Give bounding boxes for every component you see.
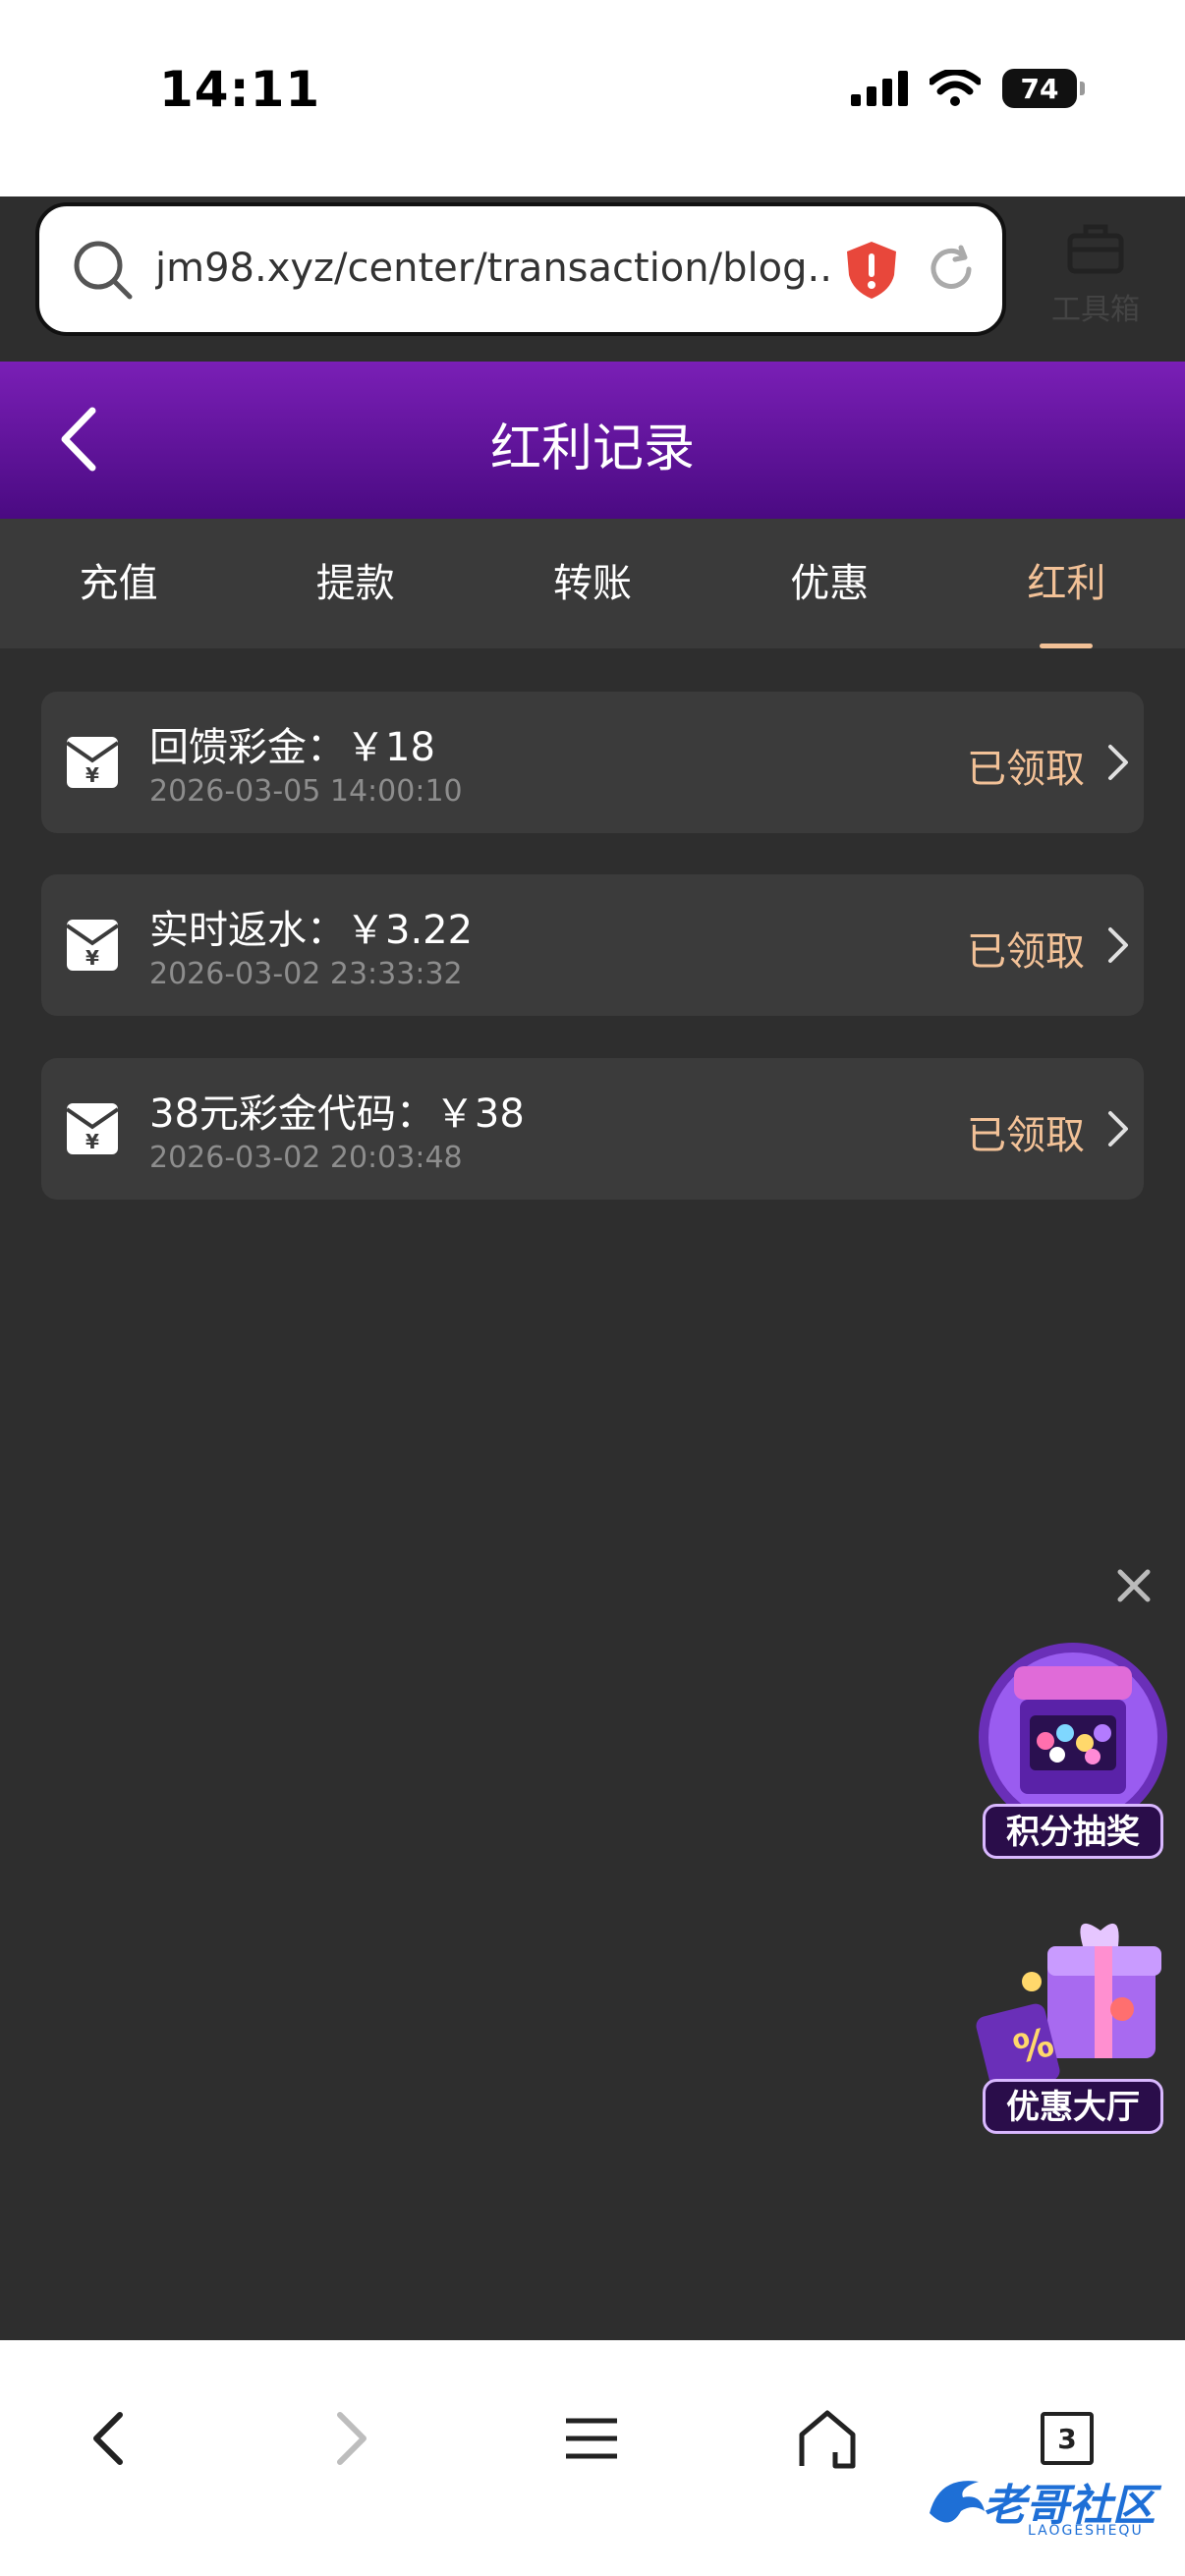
page-header: 红利记录 xyxy=(0,362,1185,519)
red-envelope-icon: ¥ xyxy=(65,737,120,788)
page-title: 红利记录 xyxy=(489,420,695,478)
offers-hall-button[interactable]: % 优惠大厅 xyxy=(975,1901,1171,2142)
record-status: 已领取 xyxy=(967,747,1085,792)
watermark: 老哥社区 LAOGESHEQU xyxy=(920,2464,1177,2552)
record-tabs: 充值 提款 转账 优惠 红利 xyxy=(0,519,1185,648)
chevron-left-icon xyxy=(93,2412,123,2465)
wifi-icon xyxy=(930,70,981,106)
chevron-right-icon xyxy=(1108,1111,1128,1147)
toolbox-icon xyxy=(1067,224,1124,274)
record-title: 回馈彩金：￥18 xyxy=(149,725,435,770)
record-item[interactable]: ¥ 实时返水：￥3.22 2026-03-02 23:33:32 已领取 xyxy=(41,874,1144,1016)
url-text[interactable]: jm98.xyz/center/transaction/blog.... xyxy=(155,246,833,291)
toolbox-button[interactable]: 工具箱 xyxy=(1032,222,1159,328)
status-icons: 74 xyxy=(851,69,1085,108)
record-status: 已领取 xyxy=(967,929,1085,975)
svg-text:¥: ¥ xyxy=(85,1130,99,1153)
search-icon xyxy=(74,241,133,300)
nav-forward-button[interactable] xyxy=(303,2389,401,2488)
record-title: 实时返水：￥3.22 xyxy=(149,908,474,953)
close-icon[interactable] xyxy=(1114,1566,1154,1605)
home-icon xyxy=(799,2410,856,2469)
record-date: 2026-03-05 14:00:10 xyxy=(149,774,463,809)
svg-text:¥: ¥ xyxy=(85,763,99,787)
chevron-right-icon xyxy=(337,2412,367,2465)
address-bar[interactable]: jm98.xyz/center/transaction/blog.... xyxy=(35,202,1006,336)
lottery-label: 积分抽奖 xyxy=(983,1804,1163,1859)
tab-withdraw[interactable]: 提款 xyxy=(237,519,474,648)
security-warning-icon[interactable] xyxy=(845,240,898,301)
offers-label: 优惠大厅 xyxy=(983,2079,1163,2134)
record-title: 38元彩金代码：￥38 xyxy=(149,1092,525,1137)
red-envelope-icon: ¥ xyxy=(65,920,120,971)
chevron-right-icon xyxy=(1108,927,1128,963)
toolbox-label: 工具箱 xyxy=(1051,293,1140,327)
browser-bottom-nav: 3 老哥社区 LAOGESHEQU xyxy=(0,2340,1185,2576)
record-date: 2026-03-02 20:03:48 xyxy=(149,1141,463,1175)
tab-promotion[interactable]: 优惠 xyxy=(711,519,948,648)
nav-menu-button[interactable] xyxy=(542,2389,641,2488)
status-bar: 14:11 74 jm98.xyz/center/transaction/blo… xyxy=(0,0,1185,336)
battery-indicator: 74 xyxy=(1002,69,1085,108)
nav-home-button[interactable] xyxy=(778,2389,876,2488)
tab-count-badge: 3 xyxy=(1041,2412,1094,2465)
record-date: 2026-03-02 23:33:32 xyxy=(149,957,463,991)
watermark-subtext: LAOGESHEQU xyxy=(1028,2523,1144,2539)
signal-icon xyxy=(851,71,908,106)
reload-icon[interactable] xyxy=(926,244,977,295)
record-status: 已领取 xyxy=(967,1113,1085,1158)
record-item[interactable]: ¥ 回馈彩金：￥18 2026-03-05 14:00:10 已领取 xyxy=(41,692,1144,833)
tab-bonus[interactable]: 红利 xyxy=(948,519,1185,648)
points-lottery-button[interactable]: 积分抽奖 xyxy=(975,1631,1171,1867)
nav-back-button[interactable] xyxy=(59,2389,157,2488)
chevron-right-icon xyxy=(1108,745,1128,780)
tab-deposit[interactable]: 充值 xyxy=(0,519,237,648)
status-time: 14:11 xyxy=(159,61,321,118)
menu-icon xyxy=(566,2418,617,2459)
record-item[interactable]: ¥ 38元彩金代码：￥38 2026-03-02 20:03:48 已领取 xyxy=(41,1058,1144,1200)
svg-text:¥: ¥ xyxy=(85,946,99,970)
red-envelope-icon: ¥ xyxy=(65,1103,120,1154)
tab-transfer[interactable]: 转账 xyxy=(474,519,710,648)
